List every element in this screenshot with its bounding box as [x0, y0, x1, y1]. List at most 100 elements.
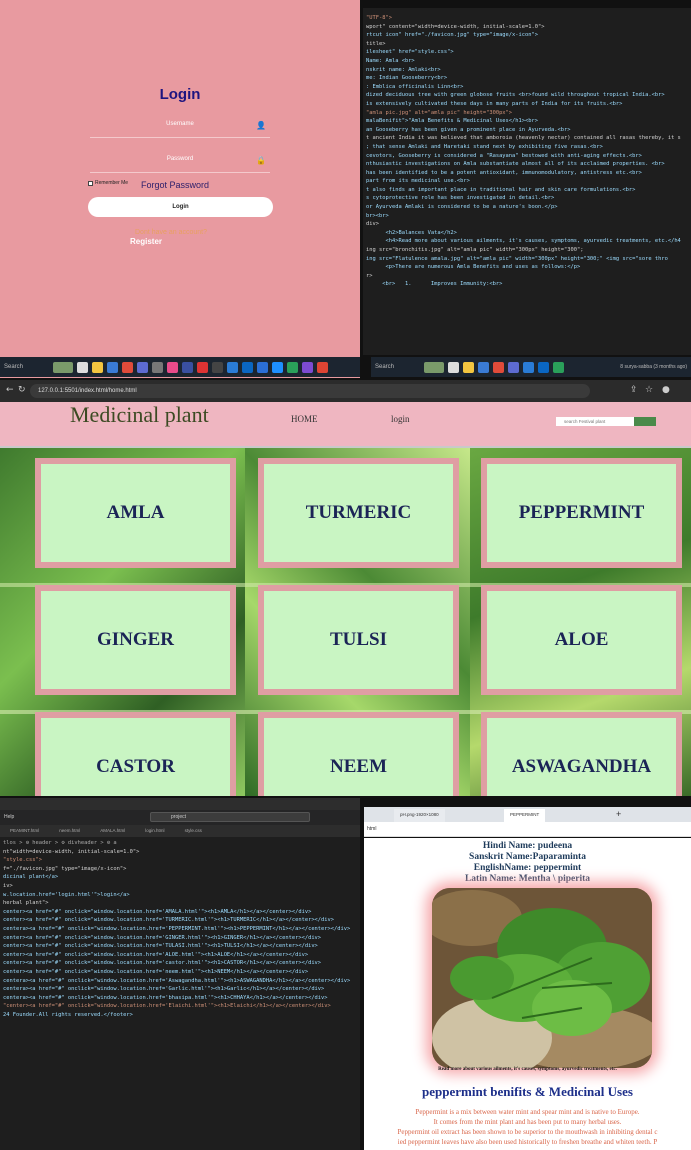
- menu-help[interactable]: Help: [4, 814, 14, 820]
- code-editor-top-right[interactable]: "UTF-8"> wport" content="width=device-wid…: [363, 8, 691, 355]
- app-icon[interactable]: [272, 361, 283, 373]
- code-line: s cytoprotective role has been investiga…: [366, 195, 555, 202]
- address-bar[interactable]: 127.0.0.1:5501/index.html/home.html: [30, 384, 590, 398]
- linkedin-icon[interactable]: [538, 361, 549, 373]
- forgot-password-link[interactable]: Forgot Password: [141, 180, 209, 190]
- share-icon[interactable]: ⇪: [630, 385, 638, 395]
- app-icon[interactable]: [424, 361, 444, 373]
- app-icon[interactable]: [508, 361, 519, 373]
- command-search[interactable]: project: [150, 812, 310, 822]
- code-line: nt"width=device-width, initial-scale=1.0…: [3, 848, 140, 855]
- editor-tab[interactable]: AMALA.html: [90, 825, 135, 837]
- code-line: f="./favicon.jpg" type="image/x-icon">: [3, 865, 127, 872]
- app-icon[interactable]: [302, 361, 313, 373]
- app-icon[interactable]: [257, 361, 268, 373]
- plant-card-aswagandha[interactable]: ASWAGANDHA: [481, 712, 682, 796]
- plant-card-turmeric[interactable]: TURMERIC: [258, 458, 459, 568]
- plant-card-label: PEPPERMINT: [518, 502, 645, 523]
- remember-checkbox[interactable]: [88, 180, 93, 186]
- code-line: malaBenifit">"Amla Benefits & Medicinal …: [366, 118, 539, 125]
- editor-tab[interactable]: login.html: [135, 825, 174, 837]
- code-line: has been identified to be a potent antio…: [366, 169, 642, 176]
- plant-card-label: ASWAGANDHA: [511, 756, 652, 777]
- editor-tab[interactable]: neem.html: [49, 825, 90, 837]
- plant-card-tulsi[interactable]: TULSI: [258, 585, 459, 695]
- code-line: r>: [366, 272, 373, 279]
- code-line: Name: Amla <br>: [366, 57, 415, 64]
- app-icon[interactable]: [197, 361, 208, 373]
- reload-icon[interactable]: ↻: [18, 385, 26, 395]
- login-button[interactable]: Login: [88, 197, 273, 217]
- nav-home[interactable]: HOME: [291, 414, 318, 424]
- password-field[interactable]: Password 🔒: [90, 153, 270, 173]
- code-line: t ancient India it was believed that amb…: [366, 135, 681, 142]
- editor-tab[interactable]: style.css: [175, 825, 212, 837]
- chrome-icon[interactable]: [493, 361, 504, 373]
- editor-tab[interactable]: PEAMINT.html: [0, 825, 49, 837]
- code-line: dized deciduous tree with green globose …: [366, 92, 665, 99]
- code-line: herbal plant">: [3, 900, 49, 907]
- code-line: centera><a href="#" onclick="window.loca…: [3, 977, 351, 984]
- app-icon[interactable]: [523, 361, 534, 373]
- app-icon[interactable]: [137, 361, 148, 373]
- vscode-menubar: Help project: [0, 810, 360, 825]
- edge-icon[interactable]: [553, 361, 564, 373]
- app-icon[interactable]: [212, 361, 223, 373]
- code-line: "UTF-8">: [366, 15, 392, 21]
- taskbar-search[interactable]: Search: [375, 364, 420, 370]
- folder-icon[interactable]: [463, 361, 474, 373]
- code-line: ing src="bronchitis.jpg" alt="amla pic" …: [366, 247, 584, 254]
- code-editor-bottom-left[interactable]: tlos > ⚙ header > ⚙ divheader > ⚙ a nt"w…: [0, 837, 360, 1150]
- peppermint-address-bar[interactable]: html: [364, 822, 691, 837]
- code-line: nthusiastic investigations on Amla subst…: [366, 161, 665, 168]
- app-icon[interactable]: [317, 361, 328, 373]
- linkedin-icon[interactable]: [242, 361, 253, 373]
- plant-card-castor[interactable]: CASTOR: [35, 712, 236, 796]
- plant-card-neem[interactable]: NEEM: [258, 712, 459, 796]
- star-icon[interactable]: ☆: [645, 385, 653, 395]
- app-icon[interactable]: [227, 361, 238, 373]
- app-icon[interactable]: [182, 361, 193, 373]
- code-line: ; that sense Amlaki and Haretaki stand n…: [366, 143, 603, 150]
- chrome-icon[interactable]: [122, 361, 133, 373]
- code-line: 24 Founder.All rights reserved.</footer>: [3, 1011, 133, 1018]
- browser-tab[interactable]: pH.png-1920×1080: [394, 809, 445, 822]
- username-field[interactable]: Username 👤: [90, 118, 270, 138]
- code-line: <h4>Read more about various ailments, it…: [366, 238, 681, 245]
- code-line: div>: [366, 221, 379, 228]
- site-header: Medicinal plant HOME login search Festiv…: [0, 402, 691, 448]
- plant-card-ginger[interactable]: GINGER: [35, 585, 236, 695]
- editor-tabs: PEAMINT.html neem.html AMALA.html login.…: [0, 825, 360, 837]
- app-icon[interactable]: [152, 361, 163, 373]
- nav-login[interactable]: login: [391, 414, 410, 424]
- plant-card-label: AMLA: [106, 502, 165, 523]
- site-title[interactable]: Medicinal plant: [70, 402, 209, 428]
- code-line: title>: [366, 40, 386, 47]
- peppermint-paragraph: Peppermint is a mix between water mint a…: [415, 1108, 640, 1116]
- folder-icon[interactable]: [92, 361, 103, 373]
- app-icon[interactable]: [478, 361, 489, 373]
- site-search-button[interactable]: [634, 417, 656, 426]
- remember-me[interactable]: Remember Me: [88, 180, 128, 186]
- app-icon[interactable]: [77, 361, 88, 373]
- plant-card-aloe[interactable]: ALOE: [481, 585, 682, 695]
- breadcrumb[interactable]: tlos > ⚙ header > ⚙ divheader > ⚙ a: [3, 839, 360, 848]
- register-link[interactable]: Register: [130, 237, 162, 246]
- profile-icon[interactable]: ●: [662, 385, 670, 395]
- code-line: <br> 1. Improves Immunity:<br>: [366, 281, 503, 288]
- app-icon[interactable]: [167, 361, 178, 373]
- edge-icon[interactable]: [287, 361, 298, 373]
- new-tab-icon[interactable]: +: [612, 809, 625, 822]
- app-icon[interactable]: [53, 361, 73, 373]
- plant-card-peppermint[interactable]: PEPPERMINT: [481, 458, 682, 568]
- plant-card-amla[interactable]: AMLA: [35, 458, 236, 568]
- peppermint-leaves-graphic: [432, 888, 652, 1068]
- back-icon[interactable]: ←: [6, 385, 14, 395]
- taskbar-search[interactable]: Search: [4, 364, 49, 370]
- code-line: center><a href="#" onclick="window.locat…: [3, 917, 335, 924]
- app-icon[interactable]: [107, 361, 118, 373]
- site-search-input[interactable]: search Festival plant: [556, 417, 634, 426]
- code-line: cevotors, Gooseberry is considered a "Ra…: [366, 152, 642, 159]
- app-icon[interactable]: [448, 361, 459, 373]
- browser-tab-active[interactable]: PEPPERMINT: [504, 809, 546, 822]
